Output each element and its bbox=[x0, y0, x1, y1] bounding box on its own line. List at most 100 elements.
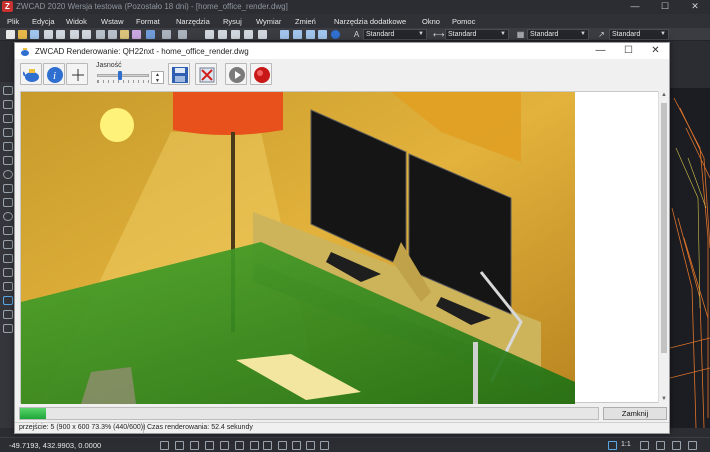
scrollbar-thumb[interactable] bbox=[661, 103, 667, 353]
brightness-slider-thumb[interactable] bbox=[118, 71, 122, 80]
ellipse-icon[interactable] bbox=[3, 212, 13, 221]
line-icon[interactable] bbox=[3, 86, 13, 95]
transparency-toggle-icon[interactable] bbox=[292, 441, 301, 450]
calculator-icon[interactable] bbox=[318, 30, 327, 39]
text-style-select[interactable]: Standard ▼ bbox=[363, 29, 427, 40]
ducs-toggle-icon[interactable] bbox=[250, 441, 259, 450]
menu-format[interactable]: Format bbox=[136, 17, 160, 26]
info-button[interactable]: i bbox=[43, 63, 65, 85]
save-icon[interactable] bbox=[30, 30, 39, 39]
redo-icon[interactable] bbox=[178, 30, 187, 39]
menu-plik[interactable]: Plik bbox=[7, 17, 19, 26]
mtext-icon[interactable] bbox=[3, 324, 13, 333]
zoom-window-icon[interactable] bbox=[231, 30, 240, 39]
app-maximize-button[interactable]: ☐ bbox=[650, 0, 680, 13]
properties-icon[interactable] bbox=[280, 30, 289, 39]
circle-icon[interactable] bbox=[3, 170, 13, 179]
help-icon[interactable] bbox=[331, 30, 340, 39]
table-icon[interactable] bbox=[3, 310, 13, 319]
polyline-icon[interactable] bbox=[3, 114, 13, 123]
stepper-down-icon[interactable]: ▼ bbox=[152, 78, 163, 84]
menu-narzedzia-dodatkowe[interactable]: Narzędzia dodatkowe bbox=[334, 17, 406, 26]
plot-icon[interactable] bbox=[82, 30, 91, 39]
tool-palettes-icon[interactable] bbox=[306, 30, 315, 39]
menu-rysuj[interactable]: Rysuj bbox=[223, 17, 242, 26]
fullscreen-icon[interactable] bbox=[688, 441, 697, 450]
zoom-previous-icon[interactable] bbox=[244, 30, 253, 39]
vertical-scrollbar[interactable]: ▲ ▼ bbox=[658, 91, 668, 403]
render-button[interactable] bbox=[20, 63, 42, 85]
menu-wstaw[interactable]: Wstaw bbox=[101, 17, 124, 26]
save-image-button[interactable] bbox=[168, 63, 190, 85]
workspace-icon[interactable] bbox=[656, 441, 665, 450]
scroll-down-icon[interactable]: ▼ bbox=[661, 396, 667, 402]
menu-wymiar[interactable]: Wymiar bbox=[256, 17, 281, 26]
ellipse-arc-icon[interactable] bbox=[3, 226, 13, 235]
design-center-icon[interactable] bbox=[293, 30, 302, 39]
menu-okno[interactable]: Okno bbox=[422, 17, 440, 26]
menu-narzedzia[interactable]: Narzędzia bbox=[176, 17, 210, 26]
brightness-stepper[interactable]: ▲ ▼ bbox=[151, 71, 164, 84]
rectangle-icon[interactable] bbox=[3, 142, 13, 151]
annotation-scale-value[interactable]: 1:1 bbox=[621, 441, 631, 448]
dialog-minimize-button[interactable]: — bbox=[587, 43, 614, 59]
scroll-up-icon[interactable]: ▲ bbox=[661, 92, 667, 98]
brightness-slider-track[interactable] bbox=[97, 74, 149, 77]
grid-toggle-icon[interactable] bbox=[160, 441, 169, 450]
dialog-maximize-button[interactable]: ☐ bbox=[615, 43, 642, 59]
point-icon[interactable] bbox=[3, 268, 13, 277]
zoom-realtime-icon[interactable] bbox=[218, 30, 227, 39]
menu-pomoc[interactable]: Pomoc bbox=[452, 17, 475, 26]
osnap-toggle-icon[interactable] bbox=[220, 441, 229, 450]
annotation-scale-icon[interactable] bbox=[608, 441, 617, 450]
match-properties-icon[interactable] bbox=[132, 30, 141, 39]
multileader-style-select[interactable]: Standard ▼ bbox=[609, 29, 669, 40]
lock-icon[interactable] bbox=[672, 441, 681, 450]
lineweight-toggle-icon[interactable] bbox=[278, 441, 287, 450]
menu-zmien[interactable]: Zmień bbox=[295, 17, 316, 26]
hatch-icon[interactable] bbox=[3, 282, 13, 291]
selection-cycling-icon[interactable] bbox=[306, 441, 315, 450]
app-close-button[interactable]: ✕ bbox=[680, 0, 710, 13]
arc-icon[interactable] bbox=[3, 156, 13, 165]
annotation-visibility-icon[interactable] bbox=[640, 441, 649, 450]
print-icon[interactable] bbox=[44, 30, 53, 39]
close-button[interactable]: Zamknij bbox=[603, 407, 667, 420]
table-style-select[interactable]: Standard ▼ bbox=[527, 29, 589, 40]
menu-widok[interactable]: Widok bbox=[66, 17, 87, 26]
dialog-close-button[interactable]: ✕ bbox=[642, 43, 669, 59]
play-button[interactable] bbox=[225, 63, 247, 85]
pan-icon[interactable] bbox=[205, 30, 214, 39]
open-file-icon[interactable] bbox=[18, 30, 27, 39]
render-viewport[interactable] bbox=[20, 91, 660, 404]
construction-line-icon[interactable] bbox=[3, 100, 13, 109]
undo-icon[interactable] bbox=[162, 30, 171, 39]
insert-block-icon[interactable] bbox=[3, 240, 13, 249]
print-preview-icon[interactable] bbox=[56, 30, 65, 39]
polar-toggle-icon[interactable] bbox=[205, 441, 214, 450]
model-space-icon[interactable] bbox=[320, 441, 329, 450]
make-block-icon[interactable] bbox=[3, 254, 13, 263]
polygon-icon[interactable] bbox=[3, 128, 13, 137]
drawing-area[interactable] bbox=[670, 88, 710, 428]
region-icon[interactable] bbox=[3, 296, 13, 305]
dyn-toggle-icon[interactable] bbox=[263, 441, 272, 450]
menu-edycja[interactable]: Edycja bbox=[32, 17, 55, 26]
revision-cloud-icon[interactable] bbox=[3, 184, 13, 193]
zoom-extents-icon[interactable] bbox=[258, 30, 267, 39]
stop-button[interactable] bbox=[250, 63, 272, 85]
copy-icon[interactable] bbox=[108, 30, 117, 39]
spline-icon[interactable] bbox=[3, 198, 13, 207]
new-file-icon[interactable] bbox=[6, 30, 15, 39]
block-icon[interactable] bbox=[146, 30, 155, 39]
cut-icon[interactable] bbox=[96, 30, 105, 39]
otrack-toggle-icon[interactable] bbox=[235, 441, 244, 450]
snap-toggle-icon[interactable] bbox=[175, 441, 184, 450]
crop-button[interactable] bbox=[66, 63, 88, 85]
settings-button[interactable] bbox=[195, 63, 217, 85]
publish-icon[interactable] bbox=[70, 30, 79, 39]
ortho-toggle-icon[interactable] bbox=[190, 441, 199, 450]
dimension-style-select[interactable]: Standard ▼ bbox=[445, 29, 509, 40]
app-minimize-button[interactable]: — bbox=[620, 0, 650, 13]
paste-icon[interactable] bbox=[120, 30, 129, 39]
